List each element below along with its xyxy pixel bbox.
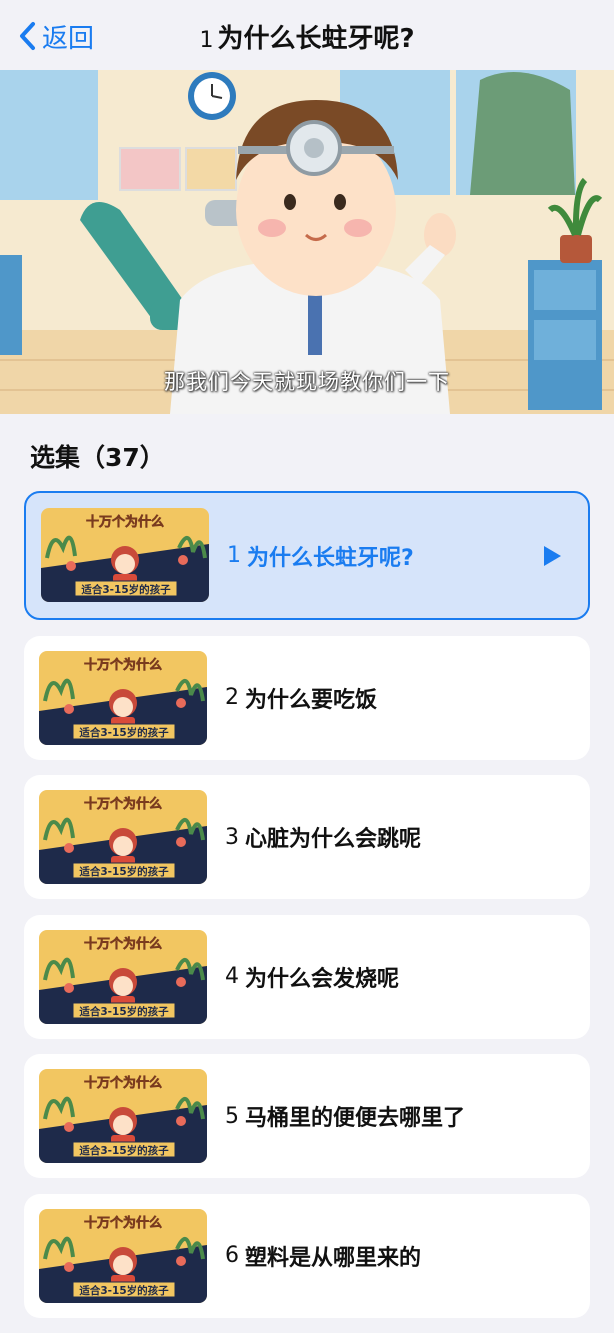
thumbnail-banner-text: 十万个为什么 bbox=[84, 796, 162, 812]
episode-thumbnail: 十万个为什么 适合3-15岁的孩子 bbox=[39, 1208, 207, 1303]
page-title: 1 为什么长蛀牙呢? bbox=[0, 18, 614, 55]
episode-list: 十万个为什么 适合3-15岁的孩子 1 为什么长蛀牙呢? 十万个为什么 适合3-1… bbox=[24, 491, 590, 1333]
episode-label: 5 马桶里的便便去哪里了 bbox=[225, 1054, 465, 1178]
thumbnail-tagline-text: 适合3-15岁的孩子 bbox=[81, 583, 171, 596]
title-number: 1 bbox=[199, 28, 214, 53]
thumbnail-banner-text: 十万个为什么 bbox=[84, 657, 162, 673]
episode-label: 4 为什么会发烧呢 bbox=[225, 915, 399, 1039]
episodes-section-title: 选集（37） bbox=[30, 443, 165, 472]
episode-number: 2 bbox=[225, 685, 239, 710]
episode-item[interactable]: 十万个为什么 适合3-15岁的孩子 2 为什么要吃饭 bbox=[24, 635, 590, 760]
episode-title: 心脏为什么会跳呢 bbox=[245, 827, 422, 852]
episode-label: 6 塑料是从哪里来的 bbox=[225, 1194, 421, 1318]
thumbnail-tagline-text: 适合3-15岁的孩子 bbox=[79, 1144, 169, 1157]
episode-item[interactable]: 十万个为什么 适合3-15岁的孩子 3 心脏为什么会跳呢 bbox=[24, 775, 590, 899]
episode-number: 3 bbox=[225, 824, 239, 850]
episode-number: 5 bbox=[225, 1103, 239, 1129]
video-frame bbox=[0, 70, 614, 414]
episode-item[interactable]: 十万个为什么 适合3-15岁的孩子 4 为什么会发烧呢 bbox=[24, 914, 590, 1039]
thumbnail-banner-text: 十万个为什么 bbox=[86, 514, 164, 530]
thumbnail-tagline-text: 适合3-15岁的孩子 bbox=[79, 726, 169, 739]
thumbnail-banner-text: 十万个为什么 bbox=[84, 1215, 162, 1231]
episode-thumbnail: 十万个为什么 适合3-15岁的孩子 bbox=[39, 929, 207, 1024]
thumbnail-banner-text: 十万个为什么 bbox=[84, 936, 162, 952]
episode-title: 马桶里的便便去哪里了 bbox=[245, 1106, 466, 1131]
episode-thumbnail: 十万个为什么 适合3-15岁的孩子 bbox=[39, 1069, 207, 1163]
episode-label: 1 为什么长蛀牙呢? bbox=[227, 493, 414, 618]
episode-item[interactable]: 十万个为什么 适合3-15岁的孩子 5 马桶里的便便去哪里了 bbox=[24, 1054, 590, 1178]
episode-title: 为什么长蛀牙呢? bbox=[247, 545, 414, 571]
episode-label: 3 心脏为什么会跳呢 bbox=[225, 775, 421, 899]
thumbnail-tagline-text: 适合3-15岁的孩子 bbox=[79, 1005, 169, 1018]
thumbnail-banner-text: 十万个为什么 bbox=[84, 1075, 162, 1091]
episode-thumbnail: 十万个为什么 适合3-15岁的孩子 bbox=[39, 650, 207, 745]
episode-item[interactable]: 十万个为什么 适合3-15岁的孩子 6 塑料是从哪里来的 bbox=[24, 1193, 590, 1318]
thumbnail-tagline-text: 适合3-15岁的孩子 bbox=[79, 865, 169, 878]
episode-title: 为什么要吃饭 bbox=[245, 687, 378, 713]
thumbnail-tagline-text: 适合3-15岁的孩子 bbox=[79, 1284, 169, 1297]
video-player[interactable]: 那我们今天就现场教你们一下 bbox=[0, 70, 614, 414]
episode-number: 6 bbox=[225, 1243, 239, 1268]
episode-number: 1 bbox=[227, 543, 241, 568]
episode-thumbnail: 十万个为什么 适合3-15岁的孩子 bbox=[41, 508, 209, 602]
episode-thumbnail: 十万个为什么 适合3-15岁的孩子 bbox=[39, 790, 207, 884]
episode-label: 2 为什么要吃饭 bbox=[225, 636, 377, 760]
play-icon bbox=[544, 545, 561, 566]
episode-title: 塑料是从哪里来的 bbox=[245, 1245, 422, 1271]
episode-number: 4 bbox=[225, 964, 239, 989]
episode-item[interactable]: 十万个为什么 适合3-15岁的孩子 1 为什么长蛀牙呢? bbox=[24, 491, 590, 620]
top-nav-bar: 返回 1 为什么长蛀牙呢? bbox=[0, 0, 614, 70]
video-subtitle: 那我们今天就现场教你们一下 bbox=[164, 370, 450, 394]
episode-title: 为什么会发烧呢 bbox=[245, 966, 400, 992]
title-text: 为什么长蛀牙呢? bbox=[217, 24, 415, 54]
